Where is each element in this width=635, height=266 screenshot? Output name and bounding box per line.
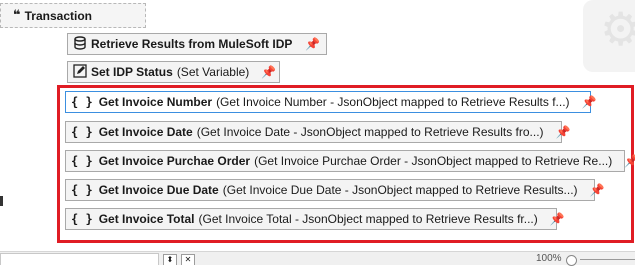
activity-get-invoice-due-date[interactable]: { } Get Invoice Due Date (Get Invoice Du… (65, 179, 605, 201)
collapse-icon[interactable]: ✕ (181, 254, 195, 265)
curly-braces-icon: { } (71, 154, 93, 168)
activity-detail: (Get Invoice Due Date - JsonObject mappe… (222, 183, 578, 197)
activity-name: Get Invoice Date (98, 125, 193, 139)
activity-name: Set IDP Status (91, 65, 173, 79)
activity-detail: (Get Invoice Number - JsonObject mapped … (216, 95, 570, 109)
activity-name: Get Invoice Total (98, 212, 195, 226)
transaction-scope[interactable]: ❝ Transaction (0, 3, 146, 28)
activity-detail: (Get Invoice Date - JsonObject mapped to… (196, 125, 544, 139)
pin-icon[interactable]: 📌 (253, 65, 276, 79)
pin-icon[interactable]: 📌 (616, 154, 635, 168)
expand-icon[interactable]: ⬍ (163, 254, 177, 265)
gear-icon: ⚙ (600, 2, 635, 56)
activity-get-invoice-purchase-order[interactable]: { } Get Invoice Purchae Order (Get Invoi… (65, 150, 635, 172)
pin-icon[interactable]: 📌 (574, 95, 597, 109)
activity-name: Get Invoice Due Date (98, 183, 219, 197)
activity-get-invoice-number[interactable]: { } Get Invoice Number (Get Invoice Numb… (65, 91, 597, 113)
edit-icon (73, 63, 87, 81)
activity-get-invoice-date[interactable]: { } Get Invoice Date (Get Invoice Date -… (65, 121, 570, 143)
pin-icon[interactable]: 📌 (582, 183, 605, 197)
activity-detail: (Set Variable) (176, 65, 250, 79)
zoom-slider-knob[interactable] (566, 255, 577, 266)
activity-detail: (Get Invoice Purchae Order - JsonObject … (254, 154, 613, 168)
quote-icon: ❝ (13, 8, 21, 23)
pin-icon[interactable]: 📌 (548, 125, 571, 139)
activity-name: Get Invoice Purchae Order (98, 154, 251, 168)
activity-retrieve-results[interactable]: Retrieve Results from MuleSoft IDP 📌 (67, 33, 327, 55)
zoom-level: 100% (536, 253, 562, 264)
activity-set-idp-status[interactable]: Set IDP Status (Set Variable) 📌 (67, 61, 280, 83)
activity-detail: (Get Invoice Total - JsonObject mapped t… (198, 212, 538, 226)
activity-name: Get Invoice Number (98, 95, 213, 109)
activity-name: Retrieve Results from MuleSoft IDP (91, 37, 293, 51)
curly-braces-icon: { } (71, 125, 93, 139)
search-input[interactable] (0, 253, 159, 265)
curly-braces-icon: { } (71, 183, 93, 197)
zoom-slider[interactable] (580, 259, 635, 260)
activity-get-invoice-total[interactable]: { } Get Invoice Total (Get Invoice Total… (65, 208, 565, 230)
curly-braces-icon: { } (71, 95, 93, 109)
database-icon (73, 35, 87, 53)
pin-icon[interactable]: 📌 (297, 37, 320, 51)
curly-braces-icon: { } (71, 212, 93, 226)
transaction-label: Transaction (24, 8, 92, 23)
collapse-marker (0, 196, 3, 206)
pin-icon[interactable]: 📌 (542, 212, 565, 226)
